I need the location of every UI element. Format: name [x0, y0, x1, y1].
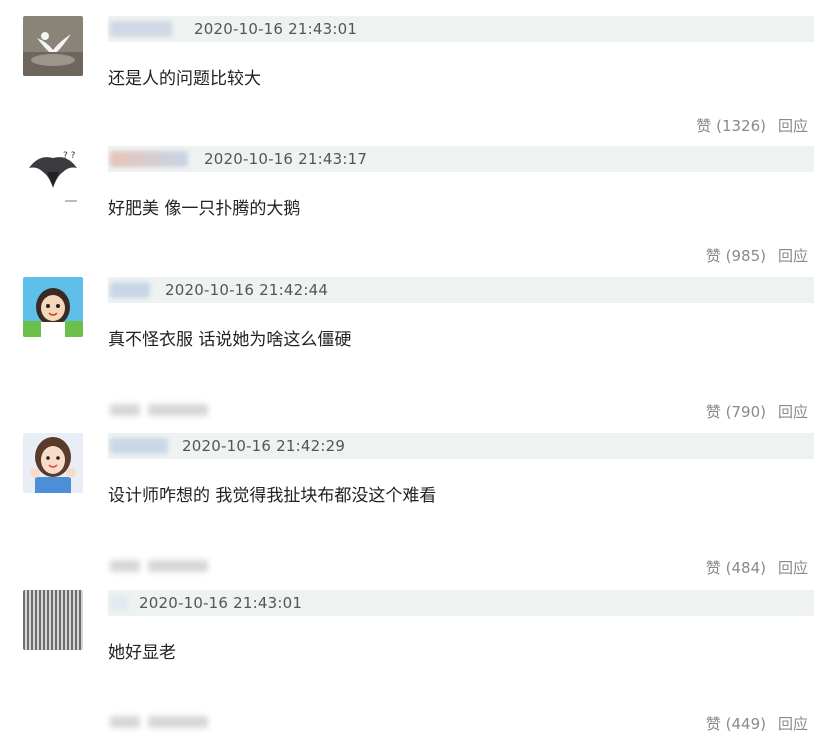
like-button[interactable]: 赞 (449)	[706, 715, 766, 733]
comment-text: 设计师咋想的 我觉得我扯块布都没这个难看	[108, 486, 437, 506]
comment-actions: 赞 (449) 回应	[694, 713, 808, 734]
comment-time: 2020-10-16 21:43:01	[139, 594, 303, 612]
comment-time: 2020-10-16 21:43:01	[194, 20, 358, 38]
comment-text: 好肥美 像一只扑腾的大鹅	[108, 199, 301, 219]
like-button[interactable]: 赞 (1326)	[696, 117, 766, 135]
reply-button[interactable]: 回应	[778, 247, 808, 265]
avatar[interactable]	[23, 590, 83, 650]
like-label: 赞	[696, 117, 712, 135]
like-count: (484)	[725, 559, 766, 577]
like-button[interactable]: 赞 (790)	[706, 403, 766, 421]
avatar[interactable]	[23, 277, 83, 337]
avatar[interactable]	[23, 16, 83, 76]
comment-meta: 2020-10-16 21:43:01	[108, 16, 814, 42]
comment-text: 还是人的问题比较大	[108, 69, 261, 89]
username[interactable]	[110, 151, 188, 167]
comment-actions: 赞 (790) 回应	[694, 401, 808, 422]
reply-button[interactable]: 回应	[778, 403, 808, 421]
comment-actions: 赞 (1326) 回应	[684, 115, 808, 136]
reply-username-masked	[110, 713, 210, 731]
comment-time: 2020-10-16 21:43:17	[204, 150, 368, 168]
svg-text:? ?: ? ?	[63, 151, 76, 161]
username[interactable]	[110, 21, 172, 37]
comment-time: 2020-10-16 21:42:29	[182, 437, 346, 455]
comment-meta: 2020-10-16 21:42:44	[108, 277, 814, 303]
reply-username-masked	[110, 557, 210, 575]
reply-username-masked	[110, 401, 210, 419]
like-label: 赞	[705, 247, 721, 265]
comment-actions: 赞 (985) 回应	[694, 245, 808, 266]
like-count: (790)	[725, 403, 766, 421]
avatar[interactable]: ? ?	[23, 146, 83, 206]
like-label: 赞	[705, 559, 721, 577]
like-button[interactable]: 赞 (484)	[706, 559, 766, 577]
comment-meta: 2020-10-16 21:43:01	[108, 590, 814, 616]
reply-button[interactable]: 回应	[778, 559, 808, 577]
reply-button[interactable]: 回应	[778, 715, 808, 733]
like-label: 赞	[705, 715, 721, 733]
comment-time: 2020-10-16 21:42:44	[165, 281, 329, 299]
comment-text: 真不怪衣服 话说她为啥这么僵硬	[108, 330, 352, 350]
like-count: (449)	[725, 715, 766, 733]
username[interactable]	[110, 438, 168, 454]
like-count: (1326)	[716, 117, 766, 135]
comment-meta: 2020-10-16 21:43:17	[108, 146, 814, 172]
comment-text: 她好显老	[108, 643, 176, 663]
comment-meta: 2020-10-16 21:42:29	[108, 433, 814, 459]
username[interactable]	[110, 595, 128, 611]
comment-actions: 赞 (484) 回应	[694, 557, 808, 578]
reply-button[interactable]: 回应	[778, 117, 808, 135]
like-count: (985)	[725, 247, 766, 265]
like-button[interactable]: 赞 (985)	[706, 247, 766, 265]
username[interactable]	[110, 282, 150, 298]
like-label: 赞	[705, 403, 721, 421]
avatar[interactable]	[23, 433, 83, 493]
